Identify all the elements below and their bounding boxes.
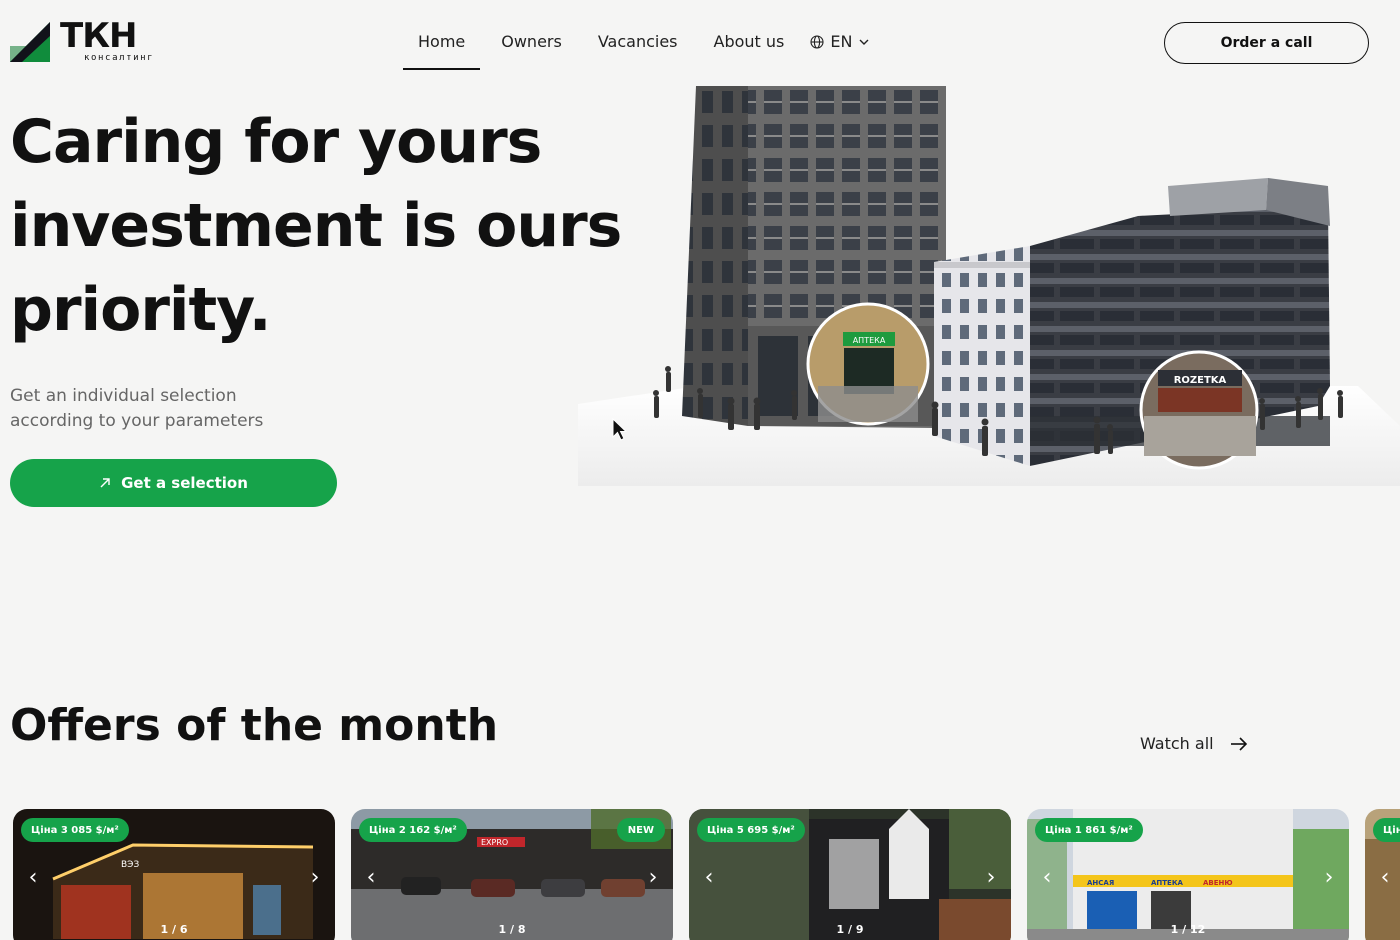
price-badge: Ціна 1 861 $/м² bbox=[1035, 818, 1143, 842]
chevron-left-icon[interactable]: ‹ bbox=[361, 865, 381, 890]
chevron-left-icon[interactable]: ‹ bbox=[23, 865, 43, 890]
nav-home[interactable]: Home bbox=[400, 32, 483, 70]
logo[interactable]: ТКН консалтинг bbox=[10, 16, 170, 66]
chevron-right-icon[interactable]: › bbox=[1319, 865, 1339, 890]
offer-card[interactable]: ВЭЗ Ціна 3 085 $/м² ‹ › 1 / 6 bbox=[13, 809, 335, 940]
watch-all-label: Watch all bbox=[1140, 734, 1214, 753]
hero-subtitle: Get an individual selection according to… bbox=[10, 384, 330, 434]
language-label: EN bbox=[830, 32, 853, 51]
logo-mark-icon bbox=[10, 22, 50, 62]
brand-name: ТКН bbox=[60, 16, 137, 56]
chevron-right-icon[interactable]: › bbox=[643, 865, 663, 890]
photo-counter: 1 / 12 bbox=[1170, 923, 1206, 936]
store-sign: ROZETKA bbox=[1174, 375, 1227, 386]
chevron-left-icon[interactable]: ‹ bbox=[699, 865, 719, 890]
nav-owners[interactable]: Owners bbox=[483, 32, 580, 70]
price-badge: Ціна 5 695 $/м² bbox=[697, 818, 805, 842]
card-sign: ВЭЗ bbox=[121, 860, 139, 870]
price-badge: Ціна bbox=[1373, 818, 1400, 842]
get-selection-label: Get a selection bbox=[121, 474, 248, 492]
globe-icon bbox=[810, 35, 824, 49]
hero-title-line-3: priority. bbox=[10, 275, 272, 345]
arrow-up-right-icon bbox=[100, 478, 110, 488]
hero-title-line-2: investment is ours bbox=[10, 191, 622, 261]
offers-title: Offers of the month bbox=[10, 700, 499, 751]
arrow-right-icon bbox=[1230, 736, 1247, 751]
brand-subtitle: консалтинг bbox=[84, 53, 155, 63]
photo-counter: 1 / 6 bbox=[160, 923, 188, 936]
order-call-button[interactable]: Order a call bbox=[1164, 22, 1369, 64]
photo-counter: 1 / 9 bbox=[836, 923, 864, 936]
price-badge: Ціна 3 085 $/м² bbox=[21, 818, 129, 842]
hero-buildings-illustration: АПТЕКА ROZETKA bbox=[578, 86, 1400, 486]
offer-card[interactable]: АНСАЯ АПТЕКА АВЕНЮ Ціна 1 861 $/м² ‹ › 1… bbox=[1027, 809, 1349, 940]
hero-subtitle-line-2: according to your parameters bbox=[10, 411, 264, 431]
nav-vacancies[interactable]: Vacancies bbox=[580, 32, 696, 70]
hero-title: Caring for yours investment is ours prio… bbox=[10, 100, 630, 352]
main-nav: Home Owners Vacancies About us EN bbox=[400, 32, 870, 72]
get-selection-button[interactable]: Get a selection bbox=[10, 459, 337, 507]
offer-card[interactable]: Ціна 5 695 $/м² ‹ › 1 / 9 bbox=[689, 809, 1011, 940]
card-sign-a: АНСАЯ bbox=[1087, 879, 1114, 887]
card-sign-c: АВЕНЮ bbox=[1203, 879, 1233, 887]
pharmacy-sign: АПТЕКА bbox=[853, 336, 886, 345]
offer-card[interactable]: Ціна ‹ bbox=[1365, 809, 1400, 940]
offers-carousel: ВЭЗ Ціна 3 085 $/м² ‹ › 1 / 6 EXPRO Ціна… bbox=[13, 809, 1400, 940]
chevron-right-icon[interactable]: › bbox=[305, 865, 325, 890]
nav-about-us[interactable]: About us bbox=[696, 32, 803, 70]
photo-counter: 1 / 8 bbox=[498, 923, 526, 936]
chevron-down-icon bbox=[859, 39, 869, 45]
language-selector[interactable]: EN bbox=[802, 32, 870, 51]
mouse-cursor-icon bbox=[612, 418, 628, 441]
chevron-right-icon[interactable]: › bbox=[981, 865, 1001, 890]
hero-subtitle-line-1: Get an individual selection bbox=[10, 386, 237, 406]
new-badge: NEW bbox=[616, 818, 665, 842]
chevron-left-icon[interactable]: ‹ bbox=[1375, 865, 1395, 890]
chevron-left-icon[interactable]: ‹ bbox=[1037, 865, 1057, 890]
offer-card[interactable]: EXPRO Ціна 2 162 $/м² NEW ‹ › 1 / 8 bbox=[351, 809, 673, 940]
hero-title-line-1: Caring for yours bbox=[10, 107, 542, 177]
price-badge: Ціна 2 162 $/м² bbox=[359, 818, 467, 842]
card-sign-b: АПТЕКА bbox=[1151, 879, 1184, 887]
watch-all-link[interactable]: Watch all bbox=[1140, 734, 1248, 753]
card-sign: EXPRO bbox=[481, 838, 508, 847]
